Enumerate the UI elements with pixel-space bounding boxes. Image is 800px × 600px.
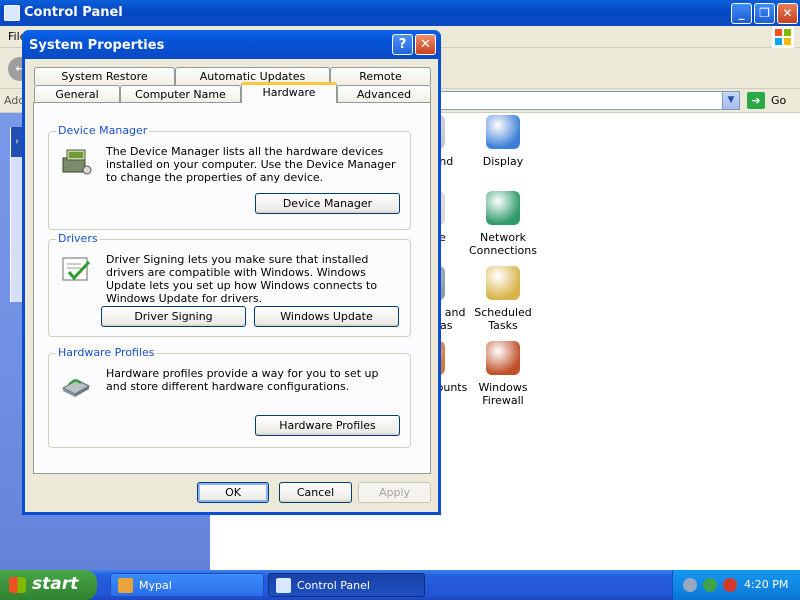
taskbar: start Mypal Control Panel 4:20 PM xyxy=(0,570,800,600)
control-panel-item[interactable]: Scheduled Tasks xyxy=(463,266,543,332)
tab-remote[interactable]: Remote xyxy=(330,67,431,85)
drivers-heading: Drivers xyxy=(56,232,100,245)
address-input[interactable]: ▼ xyxy=(440,91,740,110)
device-manager-description: The Device Manager lists all the hardwar… xyxy=(106,145,396,184)
control-panel-title: Control Panel xyxy=(24,5,123,20)
control-panel-item-label: Network Connections xyxy=(469,231,537,257)
firewall-icon xyxy=(486,341,520,375)
tab-hardware[interactable]: Hardware xyxy=(241,82,337,103)
hardware-tab-panel: Device Manager The Device Manager lists … xyxy=(33,102,431,474)
device-manager-icon xyxy=(59,144,93,178)
control-panel-item-label: Scheduled Tasks xyxy=(474,306,532,332)
display-icon xyxy=(486,115,520,149)
windows-logo-icon xyxy=(772,26,794,48)
task-pane-panel: › xyxy=(10,127,23,302)
security-shield-icon[interactable] xyxy=(723,578,737,592)
mypal-browser-icon xyxy=(118,578,133,593)
dialog-close-button[interactable]: ✕ xyxy=(415,34,436,55)
driver-signing-icon xyxy=(59,252,93,286)
windows-flag-icon xyxy=(9,577,26,593)
hardware-profiles-icon xyxy=(59,366,93,400)
scheduled-tasks-icon xyxy=(486,266,520,300)
ok-button[interactable]: OK xyxy=(197,482,269,503)
device-manager-group: Device Manager The Device Manager lists … xyxy=(48,124,411,230)
start-label: start xyxy=(32,574,79,594)
system-properties-dialog: System Properties ? ✕ System Restore Aut… xyxy=(22,30,441,515)
control-panel-item-label: Display xyxy=(482,155,524,168)
taskbar-item-label: Control Panel xyxy=(297,579,370,592)
device-manager-button[interactable]: Device Manager xyxy=(255,193,400,214)
go-label: Go xyxy=(771,94,787,107)
taskbar-item-control-panel[interactable]: Control Panel xyxy=(268,573,425,597)
tab-computer-name[interactable]: Computer Name xyxy=(120,85,241,103)
clock[interactable]: 4:20 PM xyxy=(744,578,788,591)
hardware-profiles-button[interactable]: Hardware Profiles xyxy=(255,415,400,436)
close-button[interactable]: ✕ xyxy=(777,3,798,24)
control-panel-item[interactable]: Windows Firewall xyxy=(463,341,543,407)
tray-network-icon[interactable] xyxy=(683,578,697,592)
restore-button[interactable]: ❐ xyxy=(754,3,775,24)
hardware-profiles-description: Hardware profiles provide a way for you … xyxy=(106,367,379,393)
chevron-down-icon[interactable]: ▼ xyxy=(722,92,739,109)
go-arrow-icon: ➔ xyxy=(747,92,765,109)
control-panel-icon xyxy=(276,578,291,593)
start-button[interactable]: start xyxy=(0,570,97,600)
help-button[interactable]: ? xyxy=(392,34,413,55)
tab-system-restore[interactable]: System Restore xyxy=(34,67,175,85)
tray-updates-icon[interactable] xyxy=(703,578,717,592)
tab-advanced[interactable]: Advanced xyxy=(337,85,431,103)
go-button[interactable]: ➔ Go xyxy=(747,92,786,110)
hardware-profiles-heading: Hardware Profiles xyxy=(56,346,157,359)
dialog-title: System Properties xyxy=(29,38,165,53)
dialog-titlebar[interactable]: System Properties ? ✕ xyxy=(22,30,441,59)
network-icon xyxy=(486,191,520,225)
windows-update-button[interactable]: Windows Update xyxy=(254,306,399,327)
apply-button[interactable]: Apply xyxy=(358,482,431,503)
system-tray: 4:20 PM xyxy=(672,570,800,600)
taskbar-item-mypal[interactable]: Mypal xyxy=(110,573,264,597)
control-panel-item[interactable]: Display xyxy=(463,115,543,168)
tab-general[interactable]: General xyxy=(34,85,120,103)
device-manager-heading: Device Manager xyxy=(56,124,150,137)
control-panel-item[interactable]: Network Connections xyxy=(463,191,543,257)
driver-signing-button[interactable]: Driver Signing xyxy=(101,306,246,327)
control-panel-item-label: Windows Firewall xyxy=(478,381,528,407)
taskbar-item-label: Mypal xyxy=(139,579,172,592)
drivers-description: Driver Signing lets you make sure that i… xyxy=(106,253,378,305)
cancel-button[interactable]: Cancel xyxy=(279,482,352,503)
drivers-group: Drivers Driver Signing lets you make sur… xyxy=(48,232,411,337)
control-panel-icon xyxy=(4,5,20,21)
minimize-button[interactable]: _ xyxy=(731,3,752,24)
hardware-profiles-group: Hardware Profiles Hardware profiles prov… xyxy=(48,346,411,448)
control-panel-titlebar[interactable]: Control Panel _ ❐ ✕ xyxy=(0,0,800,26)
